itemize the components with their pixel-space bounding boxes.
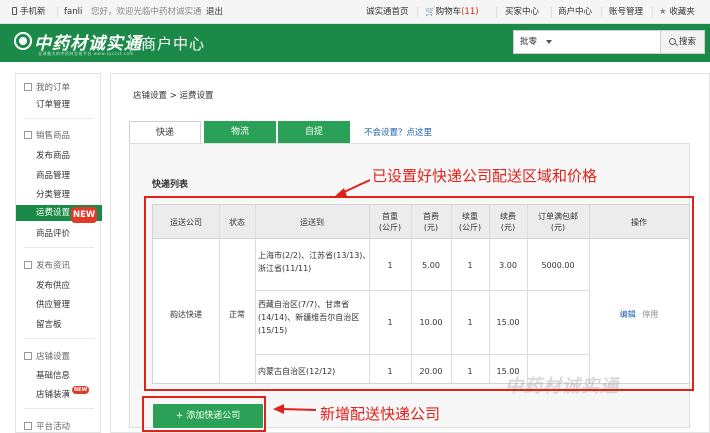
arrow-top-head [334, 188, 347, 197]
arrow-bottom-head [273, 404, 284, 414]
arrow-top-line [341, 179, 371, 194]
annotation-arrows [273, 179, 371, 414]
arrow-bottom-line [281, 408, 317, 411]
